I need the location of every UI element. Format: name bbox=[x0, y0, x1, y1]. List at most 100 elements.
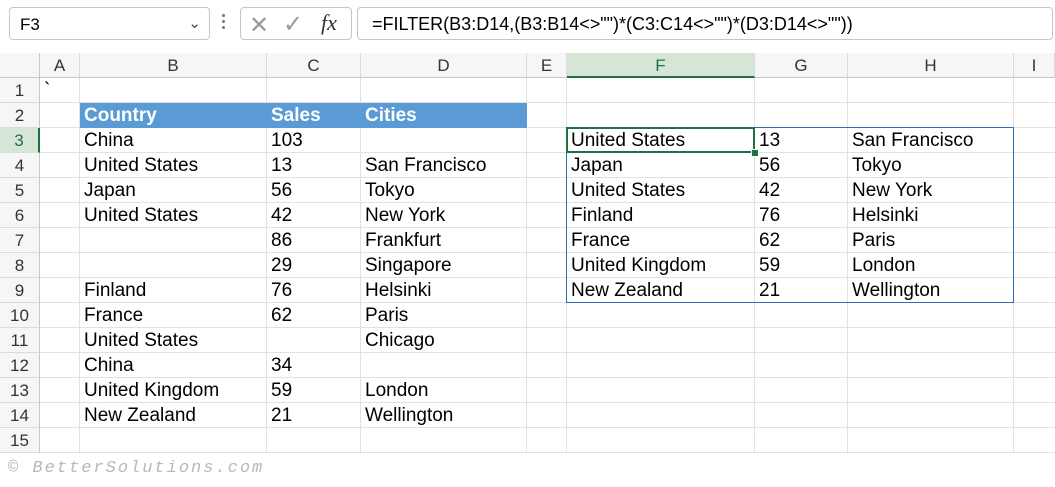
row-header-1[interactable]: 1 bbox=[0, 78, 40, 103]
footer: © BetterSolutions.com bbox=[0, 455, 1055, 487]
row-header-13[interactable]: 13 bbox=[0, 378, 40, 403]
row-header-8[interactable]: 8 bbox=[0, 253, 40, 278]
source-sales-cell[interactable]: 62 bbox=[267, 303, 361, 328]
source-sales-cell[interactable]: 42 bbox=[267, 203, 361, 228]
source-city-cell[interactable] bbox=[361, 128, 527, 153]
result-city-cell[interactable]: London bbox=[848, 253, 1014, 278]
source-city-cell[interactable]: Singapore bbox=[361, 253, 527, 278]
source-country-cell[interactable] bbox=[80, 228, 267, 253]
source-country-cell[interactable]: New Zealand bbox=[80, 403, 267, 428]
table-header-country[interactable]: Country bbox=[80, 103, 267, 128]
source-sales-cell[interactable]: 59 bbox=[267, 378, 361, 403]
row-header-10[interactable]: 10 bbox=[0, 303, 40, 328]
source-city-cell[interactable]: Paris bbox=[361, 303, 527, 328]
result-sales-cell[interactable]: 62 bbox=[755, 228, 848, 253]
source-sales-cell[interactable]: 29 bbox=[267, 253, 361, 278]
source-sales-cell[interactable]: 103 bbox=[267, 128, 361, 153]
result-city-cell[interactable]: Paris bbox=[848, 228, 1014, 253]
formula-input[interactable]: =FILTER(B3:D14,(B3:B14<>"")*(C3:C14<>"")… bbox=[357, 7, 1053, 40]
result-sales-cell[interactable]: 21 bbox=[755, 278, 848, 303]
column-header-a[interactable]: A bbox=[40, 53, 80, 78]
fill-handle[interactable] bbox=[751, 149, 759, 157]
formula-buttons: ✕ ✓ fx bbox=[240, 7, 352, 40]
result-sales-cell[interactable]: 13 bbox=[755, 128, 848, 153]
column-header-b[interactable]: B bbox=[80, 53, 267, 78]
source-country-cell[interactable]: Finland bbox=[80, 278, 267, 303]
cell-a1[interactable]: ` bbox=[40, 78, 80, 103]
source-country-cell[interactable]: United Kingdom bbox=[80, 378, 267, 403]
row-header-6[interactable]: 6 bbox=[0, 203, 40, 228]
source-sales-cell[interactable]: 13 bbox=[267, 153, 361, 178]
result-city-cell[interactable]: Wellington bbox=[848, 278, 1014, 303]
result-city-cell[interactable]: San Francisco bbox=[848, 128, 1014, 153]
result-country-cell[interactable]: Japan bbox=[567, 153, 755, 178]
insert-function-icon[interactable]: fx bbox=[321, 10, 337, 36]
source-city-cell[interactable]: Wellington bbox=[361, 403, 527, 428]
source-country-cell[interactable]: Japan bbox=[80, 178, 267, 203]
chevron-down-icon[interactable]: ⌄ bbox=[188, 14, 201, 32]
row-header-12[interactable]: 12 bbox=[0, 353, 40, 378]
row-header-14[interactable]: 14 bbox=[0, 403, 40, 428]
result-country-cell[interactable]: United States bbox=[567, 128, 755, 153]
formula-text: =FILTER(B3:D14,(B3:B14<>"")*(C3:C14<>"")… bbox=[372, 14, 853, 34]
source-sales-cell[interactable]: 86 bbox=[267, 228, 361, 253]
source-country-cell[interactable]: China bbox=[80, 128, 267, 153]
result-country-cell[interactable]: United States bbox=[567, 178, 755, 203]
result-city-cell[interactable]: Helsinki bbox=[848, 203, 1014, 228]
result-city-cell[interactable]: Tokyo bbox=[848, 153, 1014, 178]
row-header-4[interactable]: 4 bbox=[0, 153, 40, 178]
source-city-cell[interactable]: Frankfurt bbox=[361, 228, 527, 253]
column-header-g[interactable]: G bbox=[755, 53, 848, 78]
cancel-icon[interactable]: ✕ bbox=[249, 11, 269, 40]
drag-handle-icon[interactable] bbox=[222, 14, 226, 32]
source-city-cell[interactable]: Helsinki bbox=[361, 278, 527, 303]
result-sales-cell[interactable]: 42 bbox=[755, 178, 848, 203]
copyright-text: © BetterSolutions.com bbox=[8, 459, 265, 478]
result-sales-cell[interactable]: 59 bbox=[755, 253, 848, 278]
select-all-corner[interactable] bbox=[0, 53, 40, 78]
result-sales-cell[interactable]: 56 bbox=[755, 153, 848, 178]
result-sales-cell[interactable]: 76 bbox=[755, 203, 848, 228]
source-country-cell[interactable]: China bbox=[80, 353, 267, 378]
row-header-3[interactable]: 3 bbox=[0, 128, 40, 153]
source-city-cell[interactable]: San Francisco bbox=[361, 153, 527, 178]
source-sales-cell[interactable] bbox=[267, 328, 361, 353]
result-city-cell[interactable]: New York bbox=[848, 178, 1014, 203]
table-header-cities[interactable]: Cities bbox=[361, 103, 527, 128]
source-sales-cell[interactable]: 56 bbox=[267, 178, 361, 203]
result-country-cell[interactable]: New Zealand bbox=[567, 278, 755, 303]
source-country-cell[interactable] bbox=[80, 253, 267, 278]
formula-bar: F3 ⌄ ✕ ✓ fx =FILTER(B3:D14,(B3:B14<>"")*… bbox=[0, 0, 1055, 52]
source-country-cell[interactable]: United States bbox=[80, 328, 267, 353]
source-city-cell[interactable]: Tokyo bbox=[361, 178, 527, 203]
source-country-cell[interactable]: France bbox=[80, 303, 267, 328]
column-header-h[interactable]: H bbox=[848, 53, 1014, 78]
table-header-sales[interactable]: Sales bbox=[267, 103, 361, 128]
enter-icon[interactable]: ✓ bbox=[283, 10, 303, 39]
row-header-7[interactable]: 7 bbox=[0, 228, 40, 253]
row-header-9[interactable]: 9 bbox=[0, 278, 40, 303]
column-header-f[interactable]: F bbox=[567, 53, 755, 78]
source-city-cell[interactable]: Chicago bbox=[361, 328, 527, 353]
gridline bbox=[40, 452, 1055, 453]
name-box[interactable]: F3 ⌄ bbox=[9, 7, 210, 40]
row-header-15[interactable]: 15 bbox=[0, 428, 40, 453]
column-header-i[interactable]: I bbox=[1014, 53, 1055, 78]
row-header-11[interactable]: 11 bbox=[0, 328, 40, 353]
source-city-cell[interactable] bbox=[361, 353, 527, 378]
source-sales-cell[interactable]: 34 bbox=[267, 353, 361, 378]
source-country-cell[interactable]: United States bbox=[80, 153, 267, 178]
row-header-5[interactable]: 5 bbox=[0, 178, 40, 203]
row-header-2[interactable]: 2 bbox=[0, 103, 40, 128]
source-sales-cell[interactable]: 76 bbox=[267, 278, 361, 303]
source-city-cell[interactable]: New York bbox=[361, 203, 527, 228]
result-country-cell[interactable]: France bbox=[567, 228, 755, 253]
column-header-c[interactable]: C bbox=[267, 53, 361, 78]
column-header-e[interactable]: E bbox=[527, 53, 567, 78]
source-sales-cell[interactable]: 21 bbox=[267, 403, 361, 428]
column-header-d[interactable]: D bbox=[361, 53, 527, 78]
source-country-cell[interactable]: United States bbox=[80, 203, 267, 228]
source-city-cell[interactable]: London bbox=[361, 378, 527, 403]
result-country-cell[interactable]: Finland bbox=[567, 203, 755, 228]
result-country-cell[interactable]: United Kingdom bbox=[567, 253, 755, 278]
